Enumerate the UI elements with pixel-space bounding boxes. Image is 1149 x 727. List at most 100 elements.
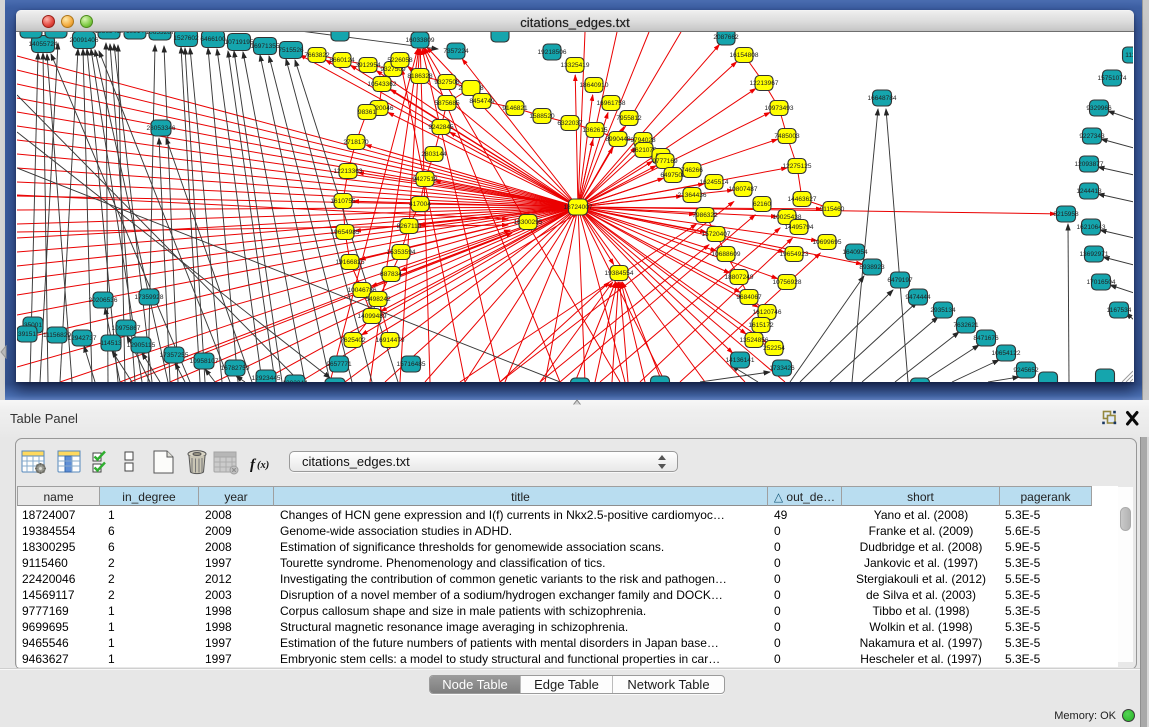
- svg-text:6322037: 6322037: [557, 120, 583, 127]
- svg-text:18563419: 18563419: [95, 32, 124, 35]
- svg-text:15720407: 15720407: [702, 231, 731, 238]
- svg-text:9146821: 9146821: [502, 105, 528, 112]
- svg-text:(x): (x): [257, 460, 269, 471]
- svg-text:10653287: 10653287: [146, 32, 175, 36]
- svg-text:1167534: 1167534: [1107, 307, 1132, 314]
- svg-text:1610755: 1610755: [330, 198, 356, 205]
- svg-text:13325419: 13325419: [561, 62, 590, 69]
- svg-text:10807487: 10807487: [729, 186, 758, 193]
- svg-text:12213967: 12213967: [750, 80, 779, 87]
- svg-text:9115460: 9115460: [820, 206, 845, 213]
- svg-text:14495794: 14495794: [785, 224, 814, 231]
- svg-text:7625402: 7625402: [340, 337, 366, 344]
- svg-text:1615172: 1615172: [748, 322, 774, 329]
- svg-text:16914479: 16914479: [376, 337, 405, 344]
- svg-text:12275125: 12275125: [783, 163, 812, 170]
- svg-text:16210643: 16210643: [1077, 224, 1106, 231]
- svg-text:12093877: 12093877: [1075, 161, 1104, 168]
- svg-text:9329966: 9329966: [1086, 105, 1112, 112]
- svg-text:18300295: 18300295: [514, 219, 543, 226]
- svg-text:14055724: 14055724: [29, 41, 58, 48]
- svg-text:16120746: 16120746: [753, 309, 782, 316]
- svg-text:10756928: 10756928: [773, 279, 802, 286]
- svg-text:8990448: 8990448: [605, 136, 631, 143]
- svg-text:746266: 746266: [681, 167, 703, 174]
- svg-text:1362615: 1362615: [582, 127, 608, 134]
- svg-text:8938923: 8938923: [859, 264, 885, 271]
- svg-text:10654122: 10654122: [992, 350, 1021, 357]
- svg-text:16245514: 16245514: [700, 179, 729, 186]
- svg-text:13692971: 13692971: [1080, 251, 1109, 258]
- svg-text:8267110: 8267110: [397, 223, 422, 230]
- svg-text:16648784: 16648784: [868, 95, 897, 102]
- svg-text:7485003: 7485003: [774, 133, 800, 140]
- svg-text:10543362: 10543362: [368, 81, 397, 88]
- svg-text:1292344: 1292344: [282, 380, 308, 382]
- svg-text:19166825: 19166825: [336, 259, 365, 266]
- svg-text:18724007: 18724007: [564, 204, 593, 211]
- svg-text:10699695: 10699695: [813, 239, 842, 246]
- svg-text:2935134: 2935134: [930, 307, 956, 314]
- svg-text:1527602: 1527602: [173, 35, 199, 42]
- svg-text:9657771: 9657771: [326, 361, 352, 368]
- svg-text:12213363: 12213363: [334, 168, 363, 175]
- svg-text:7955812: 7955812: [616, 115, 642, 122]
- svg-text:16154808: 16154808: [730, 52, 759, 59]
- svg-text:8454749: 8454749: [469, 98, 495, 105]
- svg-text:8660124: 8660124: [329, 57, 355, 64]
- svg-text:5875685: 5875685: [434, 100, 460, 107]
- svg-text:20206536: 20206536: [89, 297, 118, 304]
- svg-text:8471676: 8471676: [973, 335, 999, 342]
- svg-text:5226058: 5226058: [387, 57, 413, 64]
- svg-text:13524856: 13524856: [740, 337, 769, 344]
- svg-text:f: f: [250, 457, 257, 473]
- svg-text:19314: 19314: [126, 32, 144, 35]
- svg-text:7357224: 7357224: [443, 48, 469, 55]
- svg-text:98361: 98361: [358, 109, 376, 116]
- svg-text:16971355: 16971355: [251, 43, 280, 50]
- svg-text:10973493: 10973493: [765, 105, 794, 112]
- svg-text:9427512: 9427512: [412, 176, 438, 183]
- svg-text:7515526: 7515526: [278, 47, 304, 54]
- svg-text:2718170: 2718170: [343, 139, 369, 146]
- svg-text:3912954: 3912954: [355, 62, 381, 69]
- svg-text:62160: 62160: [753, 201, 771, 208]
- svg-text:10688609: 10688609: [712, 251, 741, 258]
- svg-text:8215958: 8215958: [1053, 211, 1079, 218]
- svg-text:12923445: 12923445: [252, 375, 281, 382]
- svg-text:15353594: 15353594: [387, 249, 416, 256]
- svg-text:1733426: 1733426: [769, 365, 795, 372]
- svg-text:9245652: 9245652: [1013, 367, 1039, 374]
- svg-text:17357255: 17357255: [160, 352, 189, 359]
- svg-text:2803144: 2803144: [421, 151, 447, 158]
- svg-text:9242845: 9242845: [428, 124, 454, 131]
- svg-text:16033809: 16033809: [406, 37, 435, 44]
- svg-text:7632621: 7632621: [953, 322, 979, 329]
- svg-text:9327508: 9327508: [434, 79, 460, 86]
- svg-text:9777169: 9777169: [652, 158, 678, 165]
- svg-text:12905115: 12905115: [127, 342, 156, 349]
- svg-text:8186328: 8186328: [407, 73, 433, 80]
- svg-text:18640910: 18640910: [580, 82, 609, 89]
- svg-text:14463627: 14463627: [788, 196, 817, 203]
- svg-text:16961758: 16961758: [597, 100, 626, 107]
- svg-text:19654923: 19654923: [780, 251, 809, 258]
- svg-text:18807249: 18807249: [725, 274, 754, 281]
- svg-text:14099489: 14099489: [358, 313, 387, 320]
- svg-text:10958107: 10958107: [190, 358, 219, 365]
- svg-text:21364436: 21364436: [678, 192, 707, 199]
- svg-text:6466100: 6466100: [200, 36, 226, 43]
- svg-text:1244413: 1244413: [1076, 188, 1102, 195]
- svg-text:15751074: 15751074: [1098, 75, 1127, 82]
- svg-text:1640954: 1640954: [842, 249, 868, 256]
- svg-text:7986322: 7986322: [692, 212, 718, 219]
- svg-text:19218506: 19218506: [538, 49, 567, 56]
- svg-text:17359928: 17359928: [135, 294, 164, 301]
- svg-text:16782759: 16782759: [221, 365, 250, 372]
- svg-text:6479197: 6479197: [887, 277, 913, 284]
- svg-text:417004: 417004: [409, 201, 431, 208]
- svg-text:10719195: 10719195: [225, 39, 254, 46]
- svg-text:1588520: 1588520: [529, 113, 555, 120]
- svg-text:19384554: 19384554: [605, 270, 634, 277]
- svg-text:10975867: 10975867: [112, 325, 141, 332]
